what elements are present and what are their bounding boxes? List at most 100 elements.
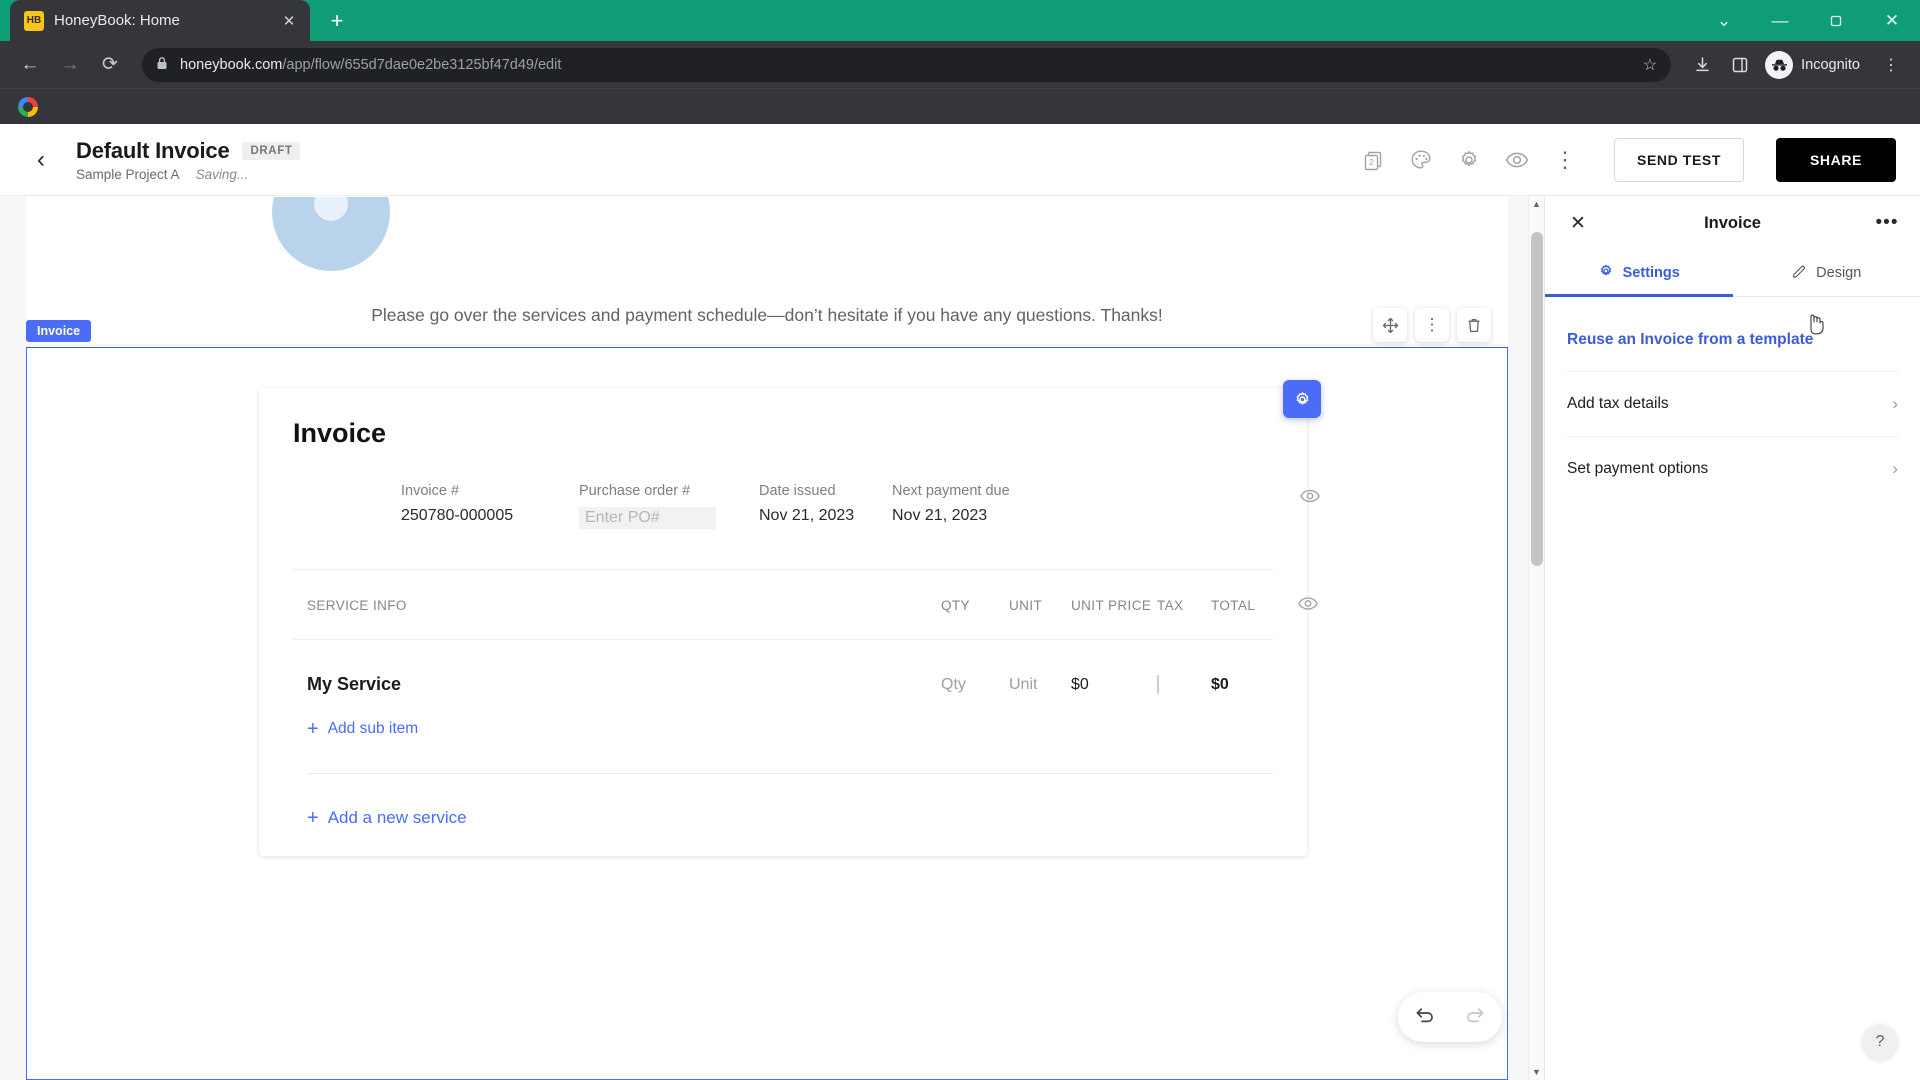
move-block-icon[interactable] bbox=[1373, 308, 1407, 342]
set-payment-options-row[interactable]: Set payment options › bbox=[1567, 436, 1898, 501]
page-title: Default Invoice bbox=[76, 137, 230, 163]
column-unit-price: UNIT PRICE bbox=[1071, 598, 1152, 613]
project-name: Sample Project A bbox=[76, 166, 180, 182]
add-new-service-label: Add a new service bbox=[327, 808, 467, 827]
service-unit[interactable]: Unit bbox=[1009, 676, 1071, 694]
bookmarks-bar bbox=[0, 88, 1920, 124]
panel-tabs: Settings Design bbox=[1545, 250, 1920, 297]
profile-chip[interactable]: Incognito bbox=[1761, 50, 1870, 79]
tab-strip: HB HoneyBook: Home ✕ + ⌄ — ✕ bbox=[0, 0, 1920, 41]
column-unit: UNIT bbox=[1009, 598, 1043, 613]
browser-tab[interactable]: HB HoneyBook: Home ✕ bbox=[10, 0, 310, 41]
google-bookmark-icon[interactable] bbox=[18, 96, 38, 117]
tab-search-icon[interactable]: ⌄ bbox=[1696, 0, 1752, 41]
invoice-block[interactable]: Invoice ⋮ Invoice Invoice # 250780-00000… bbox=[26, 308, 1508, 1080]
invoice-settings-gear-icon[interactable] bbox=[1283, 380, 1321, 418]
browser-window: HB HoneyBook: Home ✕ + ⌄ — ✕ ← → ⟳ honey… bbox=[0, 0, 1920, 1080]
invoice-number-value[interactable]: 250780-000005 bbox=[401, 507, 579, 525]
invoice-settings-panel: ✕ Invoice ••• Settings Design Reuse an I… bbox=[1544, 196, 1920, 1080]
redo-icon[interactable] bbox=[1465, 1005, 1487, 1030]
scroll-down-arrow-icon[interactable]: ▼ bbox=[1529, 1064, 1544, 1080]
undo-redo-toolbar bbox=[1398, 992, 1502, 1042]
browser-menu-icon[interactable]: ⋮ bbox=[1874, 48, 1908, 82]
plus-icon: + bbox=[307, 718, 319, 740]
delete-block-icon[interactable] bbox=[1457, 308, 1491, 342]
service-unit-price[interactable]: $0 bbox=[1071, 676, 1157, 694]
tab-design-label: Design bbox=[1816, 265, 1862, 281]
settings-gear-icon[interactable] bbox=[1452, 143, 1486, 177]
send-test-button[interactable]: SEND TEST bbox=[1614, 137, 1744, 182]
add-sub-item-label: Add sub item bbox=[327, 720, 419, 737]
scrollbar-thumb[interactable] bbox=[1531, 232, 1543, 566]
address-bar[interactable]: honeybook.com/app/flow/655d7dae0e2be3125… bbox=[142, 47, 1672, 82]
share-button[interactable]: SHARE bbox=[1775, 137, 1896, 182]
bookmark-star-icon[interactable]: ☆ bbox=[1643, 55, 1657, 75]
preview-eye-icon[interactable] bbox=[1500, 143, 1534, 177]
profile-label: Incognito bbox=[1801, 56, 1860, 73]
add-tax-details-row[interactable]: Add tax details › bbox=[1567, 371, 1898, 436]
tab-title: HoneyBook: Home bbox=[54, 12, 180, 29]
date-issued-value[interactable]: Nov 21, 2023 bbox=[759, 507, 892, 525]
add-new-service-button[interactable]: + Add a new service bbox=[293, 774, 1273, 856]
honeybook-favicon: HB bbox=[24, 10, 44, 31]
pencil-icon bbox=[1791, 263, 1807, 283]
set-payment-options-label: Set payment options bbox=[1567, 460, 1709, 477]
window-controls: ⌄ — ✕ bbox=[1696, 0, 1920, 41]
service-tax-checkbox-cell bbox=[1157, 674, 1211, 694]
next-payment-due-label: Next payment due bbox=[892, 483, 1010, 499]
service-total: $0 bbox=[1211, 675, 1229, 693]
tab-design[interactable]: Design bbox=[1733, 250, 1920, 296]
new-tab-button[interactable]: + bbox=[320, 4, 354, 38]
meta-visibility-eye-icon[interactable] bbox=[1299, 485, 1321, 512]
column-qty: QTY bbox=[941, 598, 970, 613]
more-vertical-icon[interactable]: ⋮ bbox=[1548, 143, 1582, 177]
title-row: Default Invoice DRAFT bbox=[76, 137, 301, 164]
plus-icon: + bbox=[307, 807, 319, 829]
undo-icon[interactable] bbox=[1413, 1005, 1435, 1030]
lock-icon bbox=[156, 56, 168, 73]
table-visibility-eye-icon[interactable] bbox=[1297, 592, 1319, 617]
block-toolbar: ⋮ bbox=[1373, 308, 1491, 342]
purchase-order-input[interactable]: Enter PO# bbox=[579, 507, 716, 529]
add-sub-item-button[interactable]: + Add sub item bbox=[293, 719, 1273, 739]
side-panel-icon[interactable] bbox=[1723, 48, 1757, 82]
help-button[interactable]: ? bbox=[1862, 1024, 1898, 1060]
scroll-up-arrow-icon[interactable]: ▲ bbox=[1529, 196, 1544, 212]
invoice-table-header: SERVICE INFO QTY UNIT UNIT PRICE TAX TOT… bbox=[293, 569, 1318, 639]
tab-settings[interactable]: Settings bbox=[1545, 250, 1733, 297]
canvas-scrollbar[interactable]: ▲ ▼ bbox=[1528, 196, 1544, 1080]
download-icon[interactable] bbox=[1685, 48, 1719, 82]
next-payment-due-value[interactable]: Nov 21, 2023 bbox=[892, 507, 1042, 525]
settings-gear-icon bbox=[1598, 263, 1614, 283]
block-options-icon[interactable]: ⋮ bbox=[1415, 308, 1449, 342]
reload-icon[interactable]: ⟳ bbox=[92, 47, 128, 83]
reuse-template-link[interactable]: Reuse an Invoice from a template bbox=[1567, 323, 1898, 371]
back-icon[interactable]: ← bbox=[12, 47, 48, 83]
back-navigation-icon[interactable]: ‹ bbox=[24, 143, 58, 177]
minimize-button[interactable]: — bbox=[1752, 0, 1808, 41]
table-row[interactable]: My Service Qty Unit $0 $0 bbox=[293, 639, 1273, 723]
chevron-right-icon: › bbox=[1892, 394, 1898, 413]
forward-icon[interactable]: → bbox=[52, 47, 88, 83]
invoice-card: Invoice Invoice # 250780-000005 Purchase… bbox=[259, 380, 1321, 856]
tab-settings-label: Settings bbox=[1622, 265, 1680, 281]
svg-text:2: 2 bbox=[1369, 157, 1374, 167]
close-panel-icon[interactable]: ✕ bbox=[1565, 210, 1591, 236]
panel-body: Reuse an Invoice from a template Add tax… bbox=[1545, 297, 1920, 501]
service-qty[interactable]: Qty bbox=[941, 676, 1009, 694]
close-window-button[interactable]: ✕ bbox=[1864, 0, 1920, 41]
workspace: Please go over the services and payment … bbox=[0, 196, 1920, 1080]
url-domain: honeybook.com bbox=[180, 56, 283, 73]
block-type-tag: Invoice bbox=[26, 320, 92, 342]
maximize-button[interactable] bbox=[1808, 0, 1864, 41]
palette-icon[interactable] bbox=[1404, 143, 1438, 177]
tax-checkbox[interactable] bbox=[1157, 674, 1159, 694]
panel-more-icon[interactable]: ••• bbox=[1874, 210, 1900, 236]
add-tax-details-label: Add tax details bbox=[1567, 395, 1669, 412]
close-tab-icon[interactable]: ✕ bbox=[278, 10, 300, 32]
column-total: TOTAL bbox=[1211, 598, 1256, 613]
pages-icon[interactable]: 2 bbox=[1356, 143, 1390, 177]
intro-block[interactable]: Please go over the services and payment … bbox=[26, 196, 1508, 344]
service-name[interactable]: My Service bbox=[307, 674, 941, 695]
column-tax: TAX bbox=[1157, 598, 1184, 613]
